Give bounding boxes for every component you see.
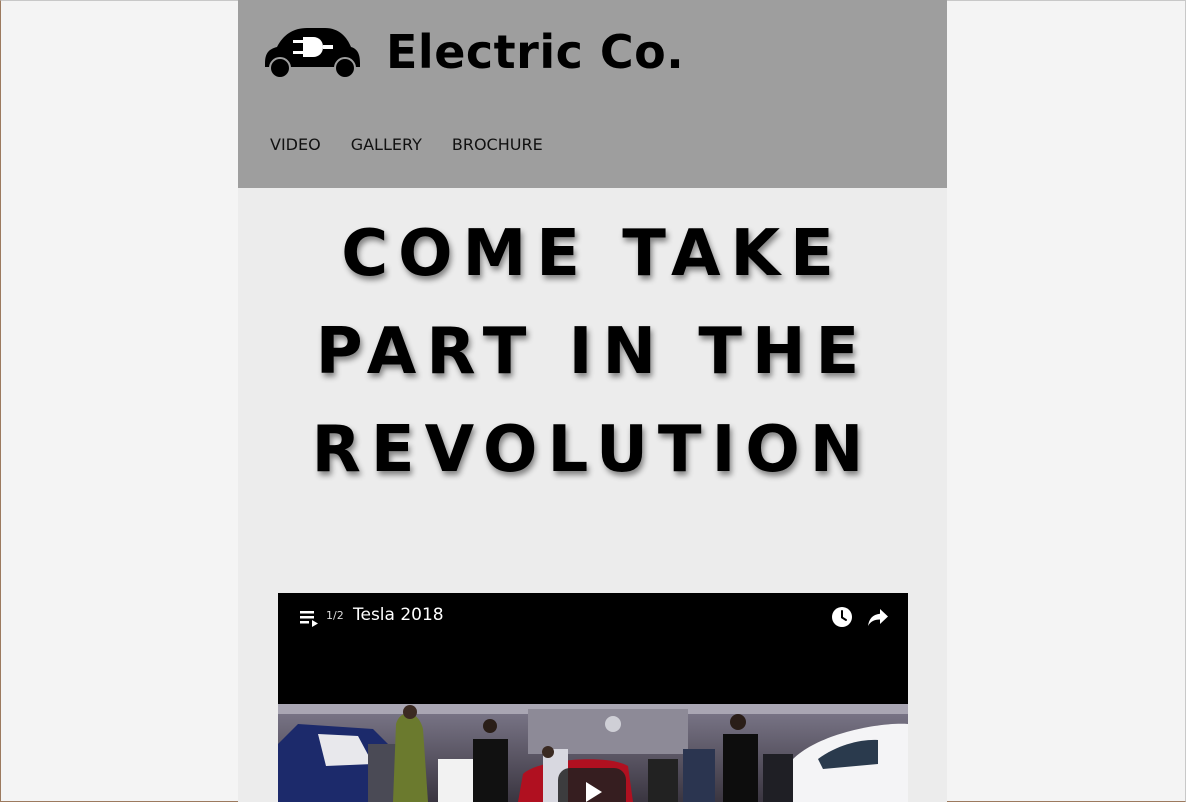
play-icon <box>586 782 602 802</box>
embedded-video-player[interactable]: 1/2 Tesla 2018 <box>278 593 908 802</box>
hero-line-3: REVOLUTION <box>311 413 874 487</box>
page-container: Electric Co. VIDEO GALLERY BROCHURE COME… <box>238 0 947 802</box>
nav-item-brochure[interactable]: BROCHURE <box>452 133 543 157</box>
video-title[interactable]: Tesla 2018 <box>353 604 444 626</box>
hero-line-2: PART IN THE <box>315 315 870 389</box>
main-nav: VIDEO GALLERY BROCHURE <box>270 133 543 157</box>
video-top-bar: 1/2 Tesla 2018 <box>278 593 908 643</box>
playlist-position: 1/2 <box>326 609 344 622</box>
watch-later-clock-icon[interactable] <box>831 606 853 628</box>
hero-heading: COME TAKE PART IN THE REVOLUTION <box>238 205 947 499</box>
playlist-icon[interactable] <box>300 609 322 629</box>
share-icon[interactable] <box>867 607 889 627</box>
nav-item-video[interactable]: VIDEO <box>270 133 321 157</box>
site-header: Electric Co. VIDEO GALLERY BROCHURE <box>238 0 947 188</box>
site-title[interactable]: Electric Co. <box>386 24 684 80</box>
electric-car-logo-icon[interactable] <box>263 25 361 79</box>
play-button[interactable] <box>558 768 626 802</box>
hero-line-1: COME TAKE <box>341 217 844 291</box>
nav-item-gallery[interactable]: GALLERY <box>351 133 422 157</box>
